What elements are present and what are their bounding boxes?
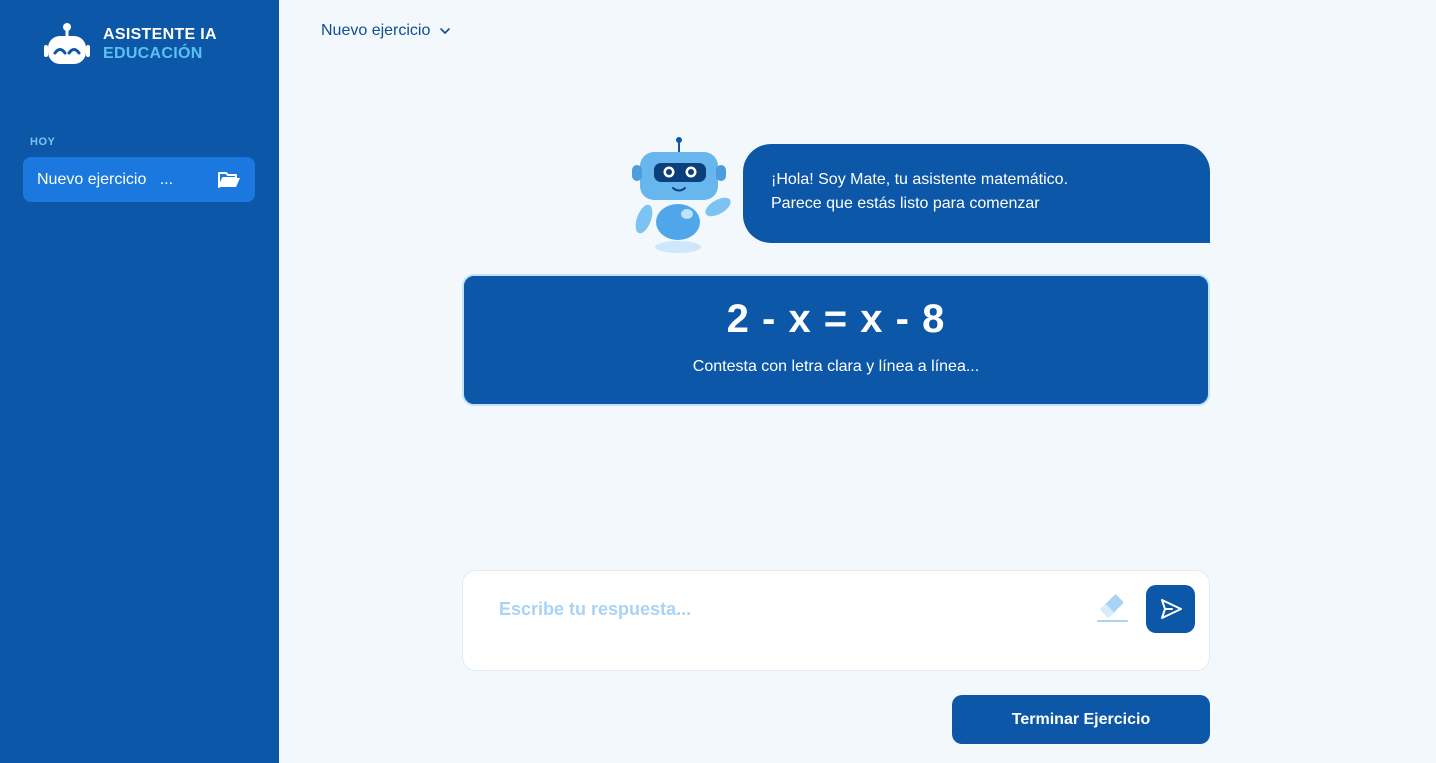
- folder-open-icon[interactable]: [217, 170, 241, 190]
- eraser-icon[interactable]: [1095, 591, 1129, 625]
- exercise-instructions: Contesta con letra clara y línea a línea…: [692, 358, 980, 375]
- sidebar-item-nuevo-ejercicio[interactable]: Nuevo ejercicio ...: [23, 157, 255, 202]
- assistant-message-line2: Parece que estás listo para comenzar: [771, 195, 1040, 212]
- assistant-message-bubble: ¡Hola! Soy Mate, tu asistente matemático…: [743, 144, 1210, 243]
- robot-mascot: [632, 137, 731, 253]
- send-icon: [1160, 599, 1182, 619]
- exercise-card: 2 - x = x - 8 Contesta con letra clara y…: [462, 274, 1210, 406]
- assistant-message-line1: ¡Hola! Soy Mate, tu asistente matemático…: [771, 171, 1069, 188]
- logo-title: ASISTENTE IA: [103, 26, 217, 43]
- answer-box: [462, 570, 1210, 671]
- app-logo[interactable]: ASISTENTE IA EDUCACIÓN: [44, 22, 217, 66]
- robot-head-icon: [44, 23, 90, 64]
- section-label-today: HOY: [30, 136, 56, 148]
- exercise-selector-dropdown[interactable]: Nuevo ejercicio: [321, 22, 451, 40]
- sidebar: ASISTENTE IA EDUCACIÓN HOY Nuevo ejercic…: [0, 0, 279, 763]
- chevron-down-icon: [440, 28, 451, 34]
- exercise-equation: 2 - x = x - 8: [726, 297, 946, 341]
- logo-subtitle: EDUCACIÓN: [103, 45, 203, 62]
- logo-text: ASISTENTE IA EDUCACIÓN: [103, 25, 217, 63]
- answer-input[interactable]: [499, 595, 1079, 623]
- finish-exercise-button[interactable]: Terminar Ejercicio: [952, 695, 1210, 744]
- header-title: Nuevo ejercicio: [321, 22, 431, 39]
- sidebar-item-label: Nuevo ejercicio ...: [37, 170, 174, 188]
- send-button[interactable]: [1146, 585, 1195, 633]
